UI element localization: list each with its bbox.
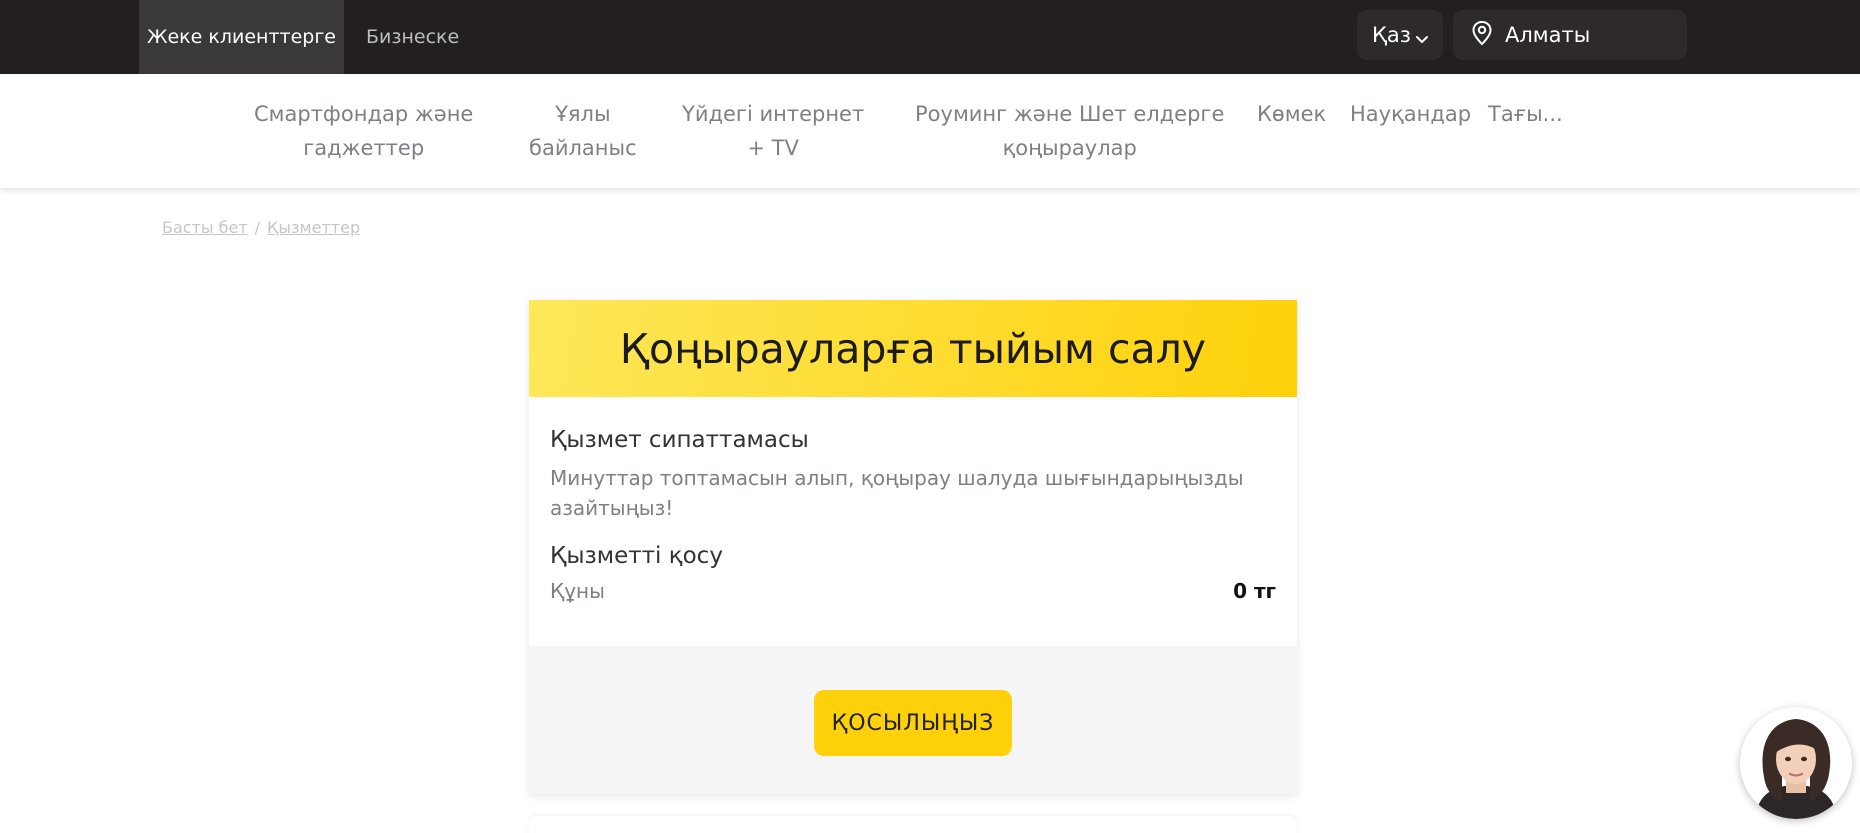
nav-item-label: Науқандар (1350, 102, 1472, 126)
nav-item-label: байланыс (529, 136, 637, 160)
connect-button[interactable]: ҚОСЫЛЫҢЫЗ (814, 690, 1012, 756)
nav-item-help[interactable]: Көмек (1257, 97, 1326, 131)
page-title: Қоңырауларға тыйым салу (619, 324, 1207, 373)
nav-item-label: гаджеттер (303, 136, 425, 160)
breadcrumb: Басты бет / Қызметтер (162, 218, 360, 237)
nav-item-campaigns[interactable]: Науқандар (1350, 97, 1471, 131)
location-pin-icon (1471, 20, 1505, 51)
nav-item-more[interactable]: Тағы... (1488, 97, 1563, 131)
enable-heading: Қызметті қосу (550, 543, 723, 569)
price-value: 0 тг (1233, 579, 1276, 603)
nav-item-label: Тағы... (1488, 102, 1563, 126)
breadcrumb-services-link[interactable]: Қызметтер (267, 218, 360, 237)
language-selector[interactable]: Қаз (1357, 10, 1443, 60)
nav-item-label: Смартфондар және (254, 102, 474, 126)
breadcrumb-separator: / (254, 218, 261, 237)
description-text: Минуттар топтамасын алып, қоңырау шалуда… (550, 466, 1244, 520)
nav-item-label: Роуминг және Шет елдерге (915, 102, 1225, 126)
segment-personal-tab[interactable]: Жеке клиенттерге (139, 0, 344, 74)
service-card-body: Қызмет сипаттамасы Минуттар топтамасын а… (529, 397, 1297, 603)
nav-item-home-internet[interactable]: Үйдегі интернет + TV (682, 97, 864, 165)
assistant-avatar[interactable] (1740, 707, 1852, 819)
chevron-down-icon (1415, 28, 1429, 52)
service-card: Қоңырауларға тыйым салу Қызмет сипаттама… (529, 300, 1297, 794)
description-heading: Қызмет сипаттамасы (550, 427, 809, 453)
nav-item-roaming[interactable]: Роуминг және Шет елдерге қоңыраулар (915, 97, 1224, 165)
assistant-avatar-image (1740, 707, 1852, 819)
city-selector[interactable]: Алматы (1453, 10, 1687, 60)
nav-item-label: + TV (747, 136, 799, 160)
top-bar: Жеке клиенттерге Бизнеске Қаз Алматы (0, 0, 1860, 74)
breadcrumb-home-link[interactable]: Басты бет (162, 218, 248, 237)
nav-item-label: Көмек (1257, 102, 1327, 126)
nav-item-smartphones[interactable]: Смартфондар және гаджеттер (254, 97, 473, 165)
price-label: Құны (550, 579, 605, 603)
service-card-footer: ҚОСЫЛЫҢЫЗ (529, 646, 1297, 794)
next-card-edge (529, 816, 1297, 833)
segment-business-tab[interactable]: Бизнеске (366, 0, 459, 74)
nav-item-label: Ұялы (555, 102, 611, 126)
nav-item-label: Үйдегі интернет (682, 102, 865, 126)
city-label: Алматы (1505, 23, 1591, 47)
main-navigation: Смартфондар және гаджеттер Ұялы байланыс… (0, 74, 1860, 188)
nav-item-mobile[interactable]: Ұялы байланыс (529, 97, 637, 165)
price-row: Құны 0 тг (550, 579, 1276, 603)
nav-item-label: қоңыраулар (1002, 136, 1137, 160)
service-card-header: Қоңырауларға тыйым салу (529, 300, 1297, 397)
language-label: Қаз (1372, 23, 1411, 47)
